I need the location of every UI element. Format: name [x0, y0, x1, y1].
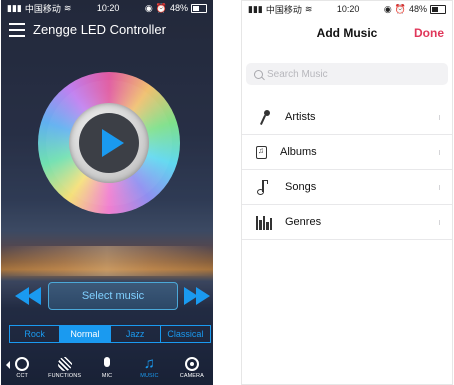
lock-icon: ◉	[144, 2, 153, 13]
music-category-list: Artists Albums Songs Genres	[242, 100, 452, 240]
microphone-icon	[256, 109, 272, 125]
list-item-genres[interactable]: Genres	[242, 205, 452, 240]
nav-item-functions[interactable]: FUNCTIONS	[43, 355, 85, 385]
genres-icon	[256, 214, 273, 230]
alarm-icon: ⏰	[394, 3, 406, 14]
battery-icon	[429, 4, 446, 14]
zengge-phone-screen: ▮▮▮ 中国移动 ≋ 10:20 ◉ ⏰ 48% Zengge LED Cont…	[1, 0, 213, 385]
lock-icon: ◉	[383, 3, 392, 14]
select-music-button[interactable]: Select music	[48, 282, 178, 310]
signal-icon: ▮▮▮	[248, 3, 263, 14]
wifi-icon: ≋	[304, 3, 313, 14]
list-item-label: Albums	[280, 146, 317, 158]
genre-tabs: Rock Normal Jazz Classical	[9, 325, 211, 343]
navigation-bar: Add Music Done	[242, 19, 452, 49]
functions-icon	[57, 357, 72, 371]
list-item-label: Songs	[285, 181, 317, 193]
tab-jazz[interactable]: Jazz	[111, 326, 161, 342]
list-item-label: Artists	[285, 111, 316, 123]
done-button[interactable]: Done	[414, 26, 444, 40]
search-icon	[254, 69, 263, 79]
music-note-icon	[256, 179, 272, 195]
next-track-icon[interactable]	[182, 287, 212, 305]
carrier-label: 中国移动	[265, 4, 302, 15]
battery-percent: 48%	[408, 4, 427, 14]
status-bar: ▮▮▮ 中国移动 ≋ 10:20 ◉ ⏰ 48%	[1, 0, 213, 16]
alarm-icon: ⏰	[155, 2, 167, 13]
add-music-screen: ▮▮▮ 中国移动 ≋ 10:20 ◉ ⏰ 48% Add Music Done …	[241, 0, 453, 385]
wifi-icon: ≋	[63, 2, 72, 13]
water-reflection	[1, 246, 213, 276]
music-icon: ♫	[143, 355, 156, 372]
nav-label: MUSIC	[140, 373, 159, 379]
status-bar: ▮▮▮ 中国移动 ≋ 10:20 ◉ ⏰ 48%	[242, 1, 452, 17]
list-item-label: Genres	[285, 216, 322, 228]
mic-icon	[100, 357, 114, 371]
status-time: 10:20	[96, 3, 120, 13]
chevron-right-icon	[439, 150, 440, 155]
chevron-right-icon	[439, 220, 440, 225]
nav-label: MIC	[101, 373, 113, 379]
music-disc	[38, 72, 180, 214]
chevron-right-icon	[439, 115, 440, 120]
nav-label: FUNCTIONS	[48, 373, 82, 379]
bottom-nav: CCT FUNCTIONS MIC ♫ MUSIC CAMERA	[1, 355, 213, 385]
search-input[interactable]	[267, 68, 427, 80]
app-title: Zengge LED Controller	[33, 22, 166, 37]
app-header: Zengge LED Controller	[9, 22, 166, 37]
nav-item-camera[interactable]: CAMERA	[171, 355, 213, 385]
list-item-artists[interactable]: Artists	[242, 100, 452, 135]
camera-icon	[184, 357, 199, 371]
cct-icon	[15, 357, 30, 371]
signal-icon: ▮▮▮	[7, 2, 22, 13]
battery-percent: 48%	[169, 3, 188, 13]
status-time: 10:20	[336, 4, 360, 14]
album-icon	[256, 145, 267, 159]
hamburger-menu-icon[interactable]	[9, 22, 25, 37]
list-item-albums[interactable]: Albums	[242, 135, 452, 170]
nav-item-cct[interactable]: CCT	[1, 355, 43, 385]
play-icon[interactable]	[102, 129, 124, 157]
tab-rock[interactable]: Rock	[10, 326, 61, 342]
nav-label: CCT	[16, 373, 28, 379]
nav-item-music[interactable]: ♫ MUSIC	[128, 355, 170, 385]
list-item-songs[interactable]: Songs	[242, 170, 452, 205]
tab-normal[interactable]: Normal	[60, 326, 111, 342]
tab-classical[interactable]: Classical	[161, 326, 210, 342]
nav-item-mic[interactable]: MIC	[86, 355, 128, 385]
chevron-right-icon	[439, 185, 440, 190]
search-bar[interactable]	[246, 63, 448, 85]
previous-track-icon[interactable]	[15, 287, 45, 305]
battery-icon	[190, 3, 207, 13]
nav-label: CAMERA	[179, 373, 204, 379]
carrier-label: 中国移动	[24, 3, 61, 14]
